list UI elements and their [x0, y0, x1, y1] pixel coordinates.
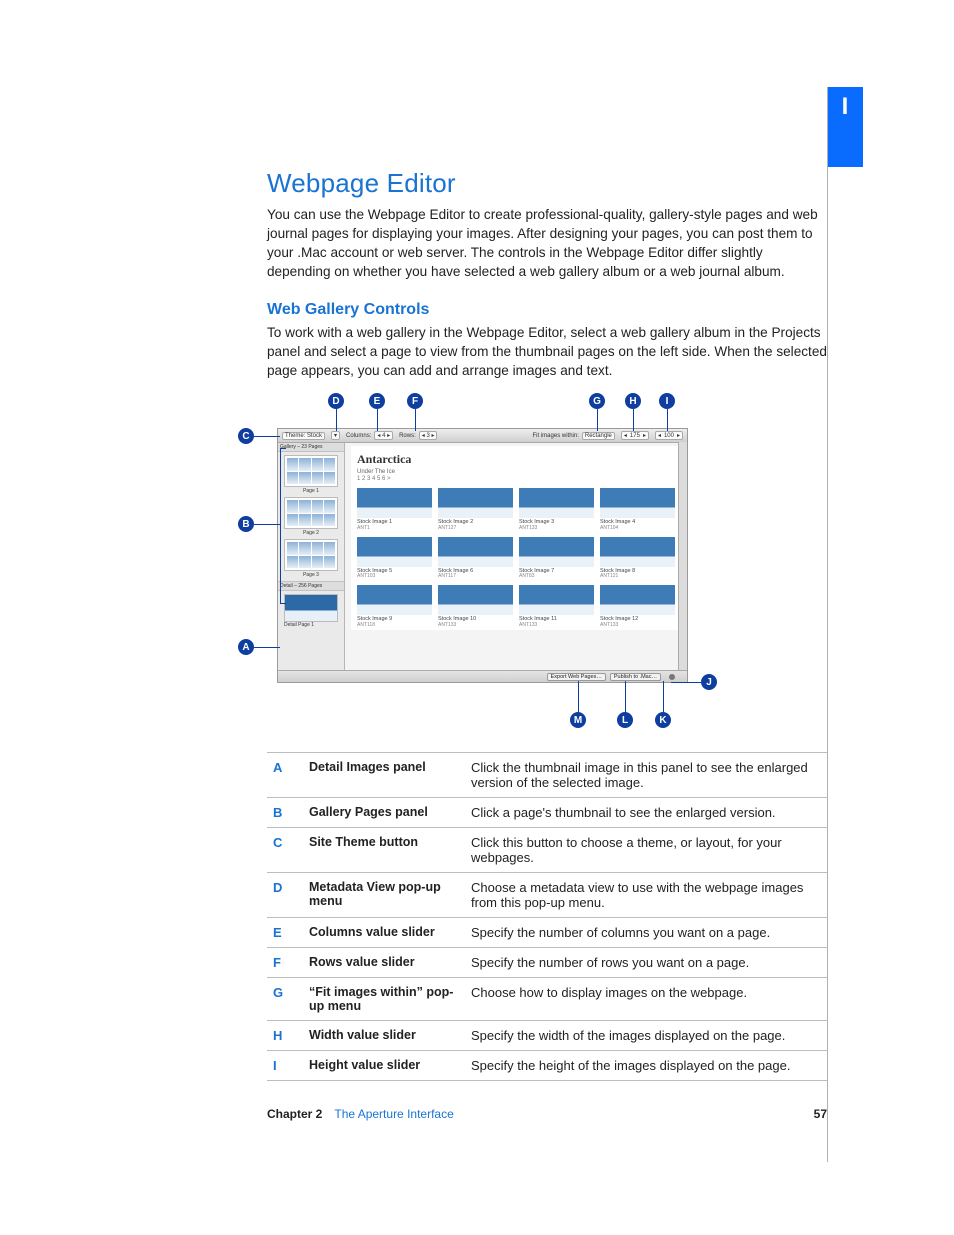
- control-description: Click this button to choose a theme, or …: [465, 828, 827, 873]
- control-name: Columns value slider: [303, 918, 465, 948]
- margin-rule: [827, 87, 828, 1162]
- control-description: Specify the number of columns you want o…: [465, 918, 827, 948]
- gallery-image[interactable]: Stock Image 11ANT133: [519, 585, 594, 628]
- control-name: Detail Images panel: [303, 753, 465, 798]
- control-description: Choose a metadata view to use with the w…: [465, 873, 827, 918]
- callout-e: E: [369, 393, 385, 409]
- height-slider[interactable]: ◂ 100 ▸: [655, 431, 683, 440]
- control-name: Width value slider: [303, 1021, 465, 1051]
- pages-panel: Gallery – 23 Pages Page 1Page 2Page 3 De…: [278, 443, 345, 672]
- control-description: Specify the number of rows you want on a…: [465, 948, 827, 978]
- callout-a: A: [238, 639, 254, 655]
- page-preview: Antarctica Under The Ice 1 2 3 4 5 6 > S…: [345, 443, 687, 672]
- callout-i: I: [659, 393, 675, 409]
- gallery-image[interactable]: Stock Image 9ANT118: [357, 585, 432, 628]
- width-slider[interactable]: ◂ 175 ▸: [621, 431, 649, 440]
- chapter-title: The Aperture Interface: [334, 1107, 453, 1121]
- control-letter: F: [267, 948, 303, 978]
- gallery-subtitle: Under The Ice: [357, 469, 675, 475]
- fit-popup[interactable]: Rectangle: [582, 432, 615, 440]
- editor-toolbar: Theme: Stock ▾ Columns: ◂ 4 ▸ Rows: ◂ 3 …: [278, 429, 687, 443]
- table-row: CSite Theme buttonClick this button to c…: [267, 828, 827, 873]
- callout-l: L: [617, 712, 633, 728]
- publish-to-mac-button[interactable]: Publish to .Mac…: [610, 673, 661, 681]
- controls-table: ADetail Images panelClick the thumbnail …: [267, 752, 827, 1081]
- gallery-page-thumb[interactable]: Page 2: [284, 497, 338, 536]
- control-description: Click a page's thumbnail to see the enla…: [465, 798, 827, 828]
- site-theme-button[interactable]: Theme: Stock: [282, 432, 325, 440]
- page-title: Webpage Editor: [267, 168, 827, 199]
- table-row: BGallery Pages panelClick a page's thumb…: [267, 798, 827, 828]
- control-name: Metadata View pop-up menu: [303, 873, 465, 918]
- callout-k: K: [655, 712, 671, 728]
- control-description: Click the thumbnail image in this panel …: [465, 753, 827, 798]
- gallery-image[interactable]: Stock Image 4ANT104: [600, 488, 675, 531]
- pager[interactable]: 1 2 3 4 5 6 >: [357, 476, 675, 482]
- table-row: G“Fit images within” pop-up menuChoose h…: [267, 978, 827, 1021]
- control-description: Specify the height of the images display…: [465, 1051, 827, 1081]
- table-row: EColumns value sliderSpecify the number …: [267, 918, 827, 948]
- gallery-image[interactable]: Stock Image 7ANT83: [519, 537, 594, 580]
- control-letter: C: [267, 828, 303, 873]
- page-footer: Chapter 2 The Aperture Interface 57: [267, 1107, 827, 1121]
- scrollbar[interactable]: [678, 442, 687, 671]
- gallery-title: Antarctica: [357, 452, 675, 467]
- callout-c: C: [238, 428, 254, 444]
- part-tab: I: [827, 87, 863, 167]
- control-letter: A: [267, 753, 303, 798]
- control-description: Specify the width of the images displaye…: [465, 1021, 827, 1051]
- columns-label: Columns:: [346, 433, 371, 439]
- control-name: Site Theme button: [303, 828, 465, 873]
- page-number: 57: [814, 1107, 827, 1121]
- control-name: Rows value slider: [303, 948, 465, 978]
- control-letter: I: [267, 1051, 303, 1081]
- control-name: Height value slider: [303, 1051, 465, 1081]
- table-row: ADetail Images panelClick the thumbnail …: [267, 753, 827, 798]
- table-row: IHeight value sliderSpecify the height o…: [267, 1051, 827, 1081]
- metadata-view-menu[interactable]: ▾: [331, 431, 340, 440]
- section-heading: Web Gallery Controls: [267, 301, 827, 319]
- detail-image-thumb[interactable]: Detail Page 1: [284, 594, 338, 628]
- columns-slider[interactable]: ◂ 4 ▸: [374, 431, 393, 440]
- gallery-image[interactable]: Stock Image 10ANT133: [438, 585, 513, 628]
- detail-pages-header: Detail – 256 Pages: [278, 581, 344, 591]
- table-row: FRows value sliderSpecify the number of …: [267, 948, 827, 978]
- control-description: Choose how to display images on the webp…: [465, 978, 827, 1021]
- webpage-editor-figure: Theme: Stock ▾ Columns: ◂ 4 ▸ Rows: ◂ 3 …: [277, 428, 688, 683]
- gallery-image[interactable]: Stock Image 5ANT103: [357, 537, 432, 580]
- callout-m: M: [570, 712, 586, 728]
- control-letter: H: [267, 1021, 303, 1051]
- callout-b: B: [238, 516, 254, 532]
- gallery-pages-header: Gallery – 23 Pages: [278, 443, 344, 452]
- table-row: DMetadata View pop-up menuChoose a metad…: [267, 873, 827, 918]
- control-letter: E: [267, 918, 303, 948]
- table-row: HWidth value sliderSpecify the width of …: [267, 1021, 827, 1051]
- gallery-image[interactable]: Stock Image 3ANT133: [519, 488, 594, 531]
- rows-label: Rows:: [399, 433, 416, 439]
- callout-j: J: [701, 674, 717, 690]
- callout-g: G: [589, 393, 605, 409]
- gallery-image[interactable]: Stock Image 12ANT133: [600, 585, 675, 628]
- gallery-image[interactable]: Stock Image 2ANT127: [438, 488, 513, 531]
- export-web-pages-button[interactable]: Export Web Pages…: [547, 673, 606, 681]
- callout-f: F: [407, 393, 423, 409]
- rows-slider[interactable]: ◂ 3 ▸: [419, 431, 438, 440]
- intro-paragraph: You can use the Webpage Editor to create…: [267, 205, 827, 281]
- gallery-page-thumb[interactable]: Page 1: [284, 455, 338, 494]
- control-name: Gallery Pages panel: [303, 798, 465, 828]
- loupe-icon[interactable]: [669, 674, 675, 680]
- control-letter: B: [267, 798, 303, 828]
- section-paragraph: To work with a web gallery in the Webpag…: [267, 323, 827, 380]
- control-letter: G: [267, 978, 303, 1021]
- control-letter: D: [267, 873, 303, 918]
- chapter-label: Chapter 2: [267, 1107, 322, 1121]
- fit-label: Fit images within:: [533, 433, 579, 439]
- gallery-image[interactable]: Stock Image 6ANT117: [438, 537, 513, 580]
- callout-h: H: [625, 393, 641, 409]
- callout-d: D: [328, 393, 344, 409]
- gallery-image[interactable]: Stock Image 1ANT1: [357, 488, 432, 531]
- control-name: “Fit images within” pop-up menu: [303, 978, 465, 1021]
- gallery-page-thumb[interactable]: Page 3: [284, 539, 338, 578]
- gallery-image[interactable]: Stock Image 8ANT121: [600, 537, 675, 580]
